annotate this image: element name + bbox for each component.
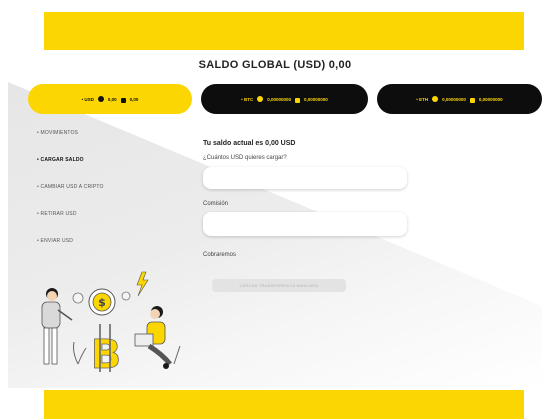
- wallet-amount: 0,00: [107, 96, 117, 102]
- wallet-pill-btc[interactable]: • BTC 0,00000000 0,00000000: [201, 84, 368, 114]
- wallet-amount: 0,00000000: [442, 96, 466, 102]
- top-banner: [44, 12, 524, 50]
- sidebar-item-enviar-usd[interactable]: • ENVIAR USD: [37, 238, 104, 265]
- bitcoin-coin-icon: [257, 96, 264, 102]
- bitcoin-symbol-icon: B: [91, 332, 122, 378]
- wallet-pill-eth[interactable]: • ETH 0,00000000 0,00000000: [377, 84, 542, 114]
- wallet-label: • USD: [81, 96, 94, 102]
- sidebar-item-cargar-saldo[interactable]: • CARGAR SALDO: [37, 157, 104, 184]
- bitcoin-coin-icon: [432, 96, 439, 102]
- lock-icon: [295, 97, 301, 103]
- wallet-amount: 0,00000000: [267, 96, 292, 102]
- svg-text:$: $: [98, 296, 106, 309]
- total-label: Cobraremos: [203, 252, 237, 258]
- plant-icon: [73, 341, 87, 365]
- wallet-locked-amount: 0,00000000: [304, 96, 328, 102]
- sidebar-menu: • MOVIMIENTOS • CARGAR SALDO • CAMBIAR U…: [37, 130, 104, 265]
- sidebar-item-movimientos[interactable]: • MOVIMIENTOS: [37, 130, 104, 157]
- submit-button[interactable]: CARGAR TRANSFERENCIA BANCARIA: [212, 279, 346, 292]
- comision-field[interactable]: [203, 212, 407, 236]
- sidebar-item-retirar-usd[interactable]: • RETIRAR USD: [37, 211, 104, 238]
- comision-label: Comisión: [203, 201, 229, 207]
- amount-input[interactable]: [203, 167, 407, 189]
- current-balance-heading: Tu saldo actual es 0,00 USD: [203, 140, 296, 147]
- bitcoin-coin-icon: [97, 96, 104, 102]
- crypto-illustration: $ B: [41, 271, 181, 378]
- lightning-icon: [136, 271, 149, 297]
- global-balance-title: SALDO GLOBAL (USD) 0,00: [198, 59, 352, 71]
- person-body: [41, 301, 61, 329]
- wallet-locked-amount: 0,00000000: [478, 96, 503, 102]
- wallet-label: • BTC: [241, 96, 254, 102]
- wallet-locked-amount: 0,00: [129, 96, 139, 102]
- bottom-banner: [44, 390, 524, 419]
- load-balance-form: Tu saldo actual es 0,00 USD ¿Cuántos USD…: [203, 140, 408, 236]
- lock-icon: [120, 97, 126, 103]
- sidebar-item-cambiar-usd[interactable]: • CAMBIAR USD A CRIPTO: [37, 184, 104, 211]
- wallet-pill-usd[interactable]: • USD 0,00 0,00: [28, 84, 192, 114]
- lock-icon: [469, 97, 475, 103]
- amount-label: ¿Cuántos USD quieres cargar?: [203, 155, 287, 161]
- wallet-label: • ETH: [416, 96, 429, 102]
